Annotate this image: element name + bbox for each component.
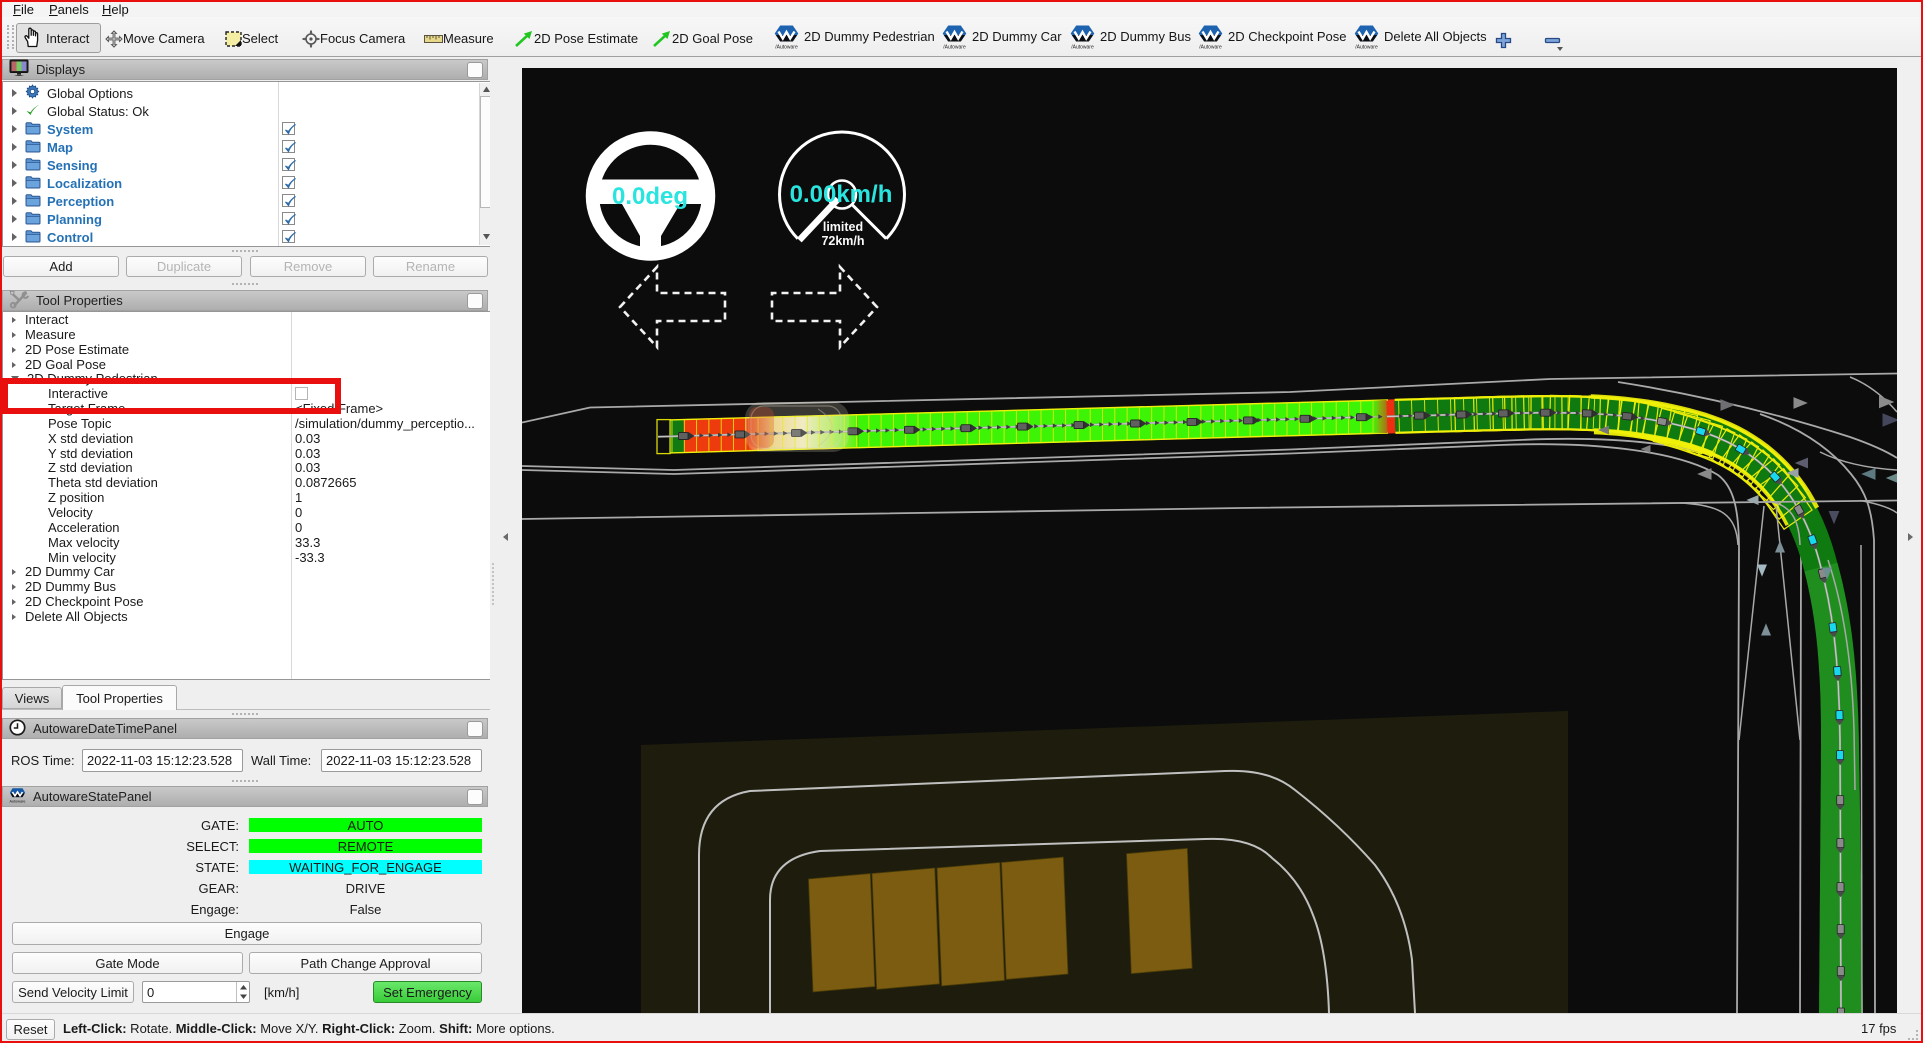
svg-text:/Autoware: /Autoware (1355, 44, 1378, 50)
svg-text:0.00km/h: 0.00km/h (790, 181, 893, 208)
svg-text:/Autoware: /Autoware (1199, 44, 1222, 50)
svg-text:/Autoware: /Autoware (1071, 44, 1094, 50)
svg-text:72km/h: 72km/h (821, 234, 864, 248)
svg-text:/Autoware: /Autoware (943, 44, 966, 50)
svg-text:/Autoware: /Autoware (775, 44, 798, 50)
svg-text:0.0deg: 0.0deg (612, 183, 688, 210)
svg-text:Autoware: Autoware (10, 799, 26, 803)
svg-text:limited: limited (823, 220, 863, 234)
